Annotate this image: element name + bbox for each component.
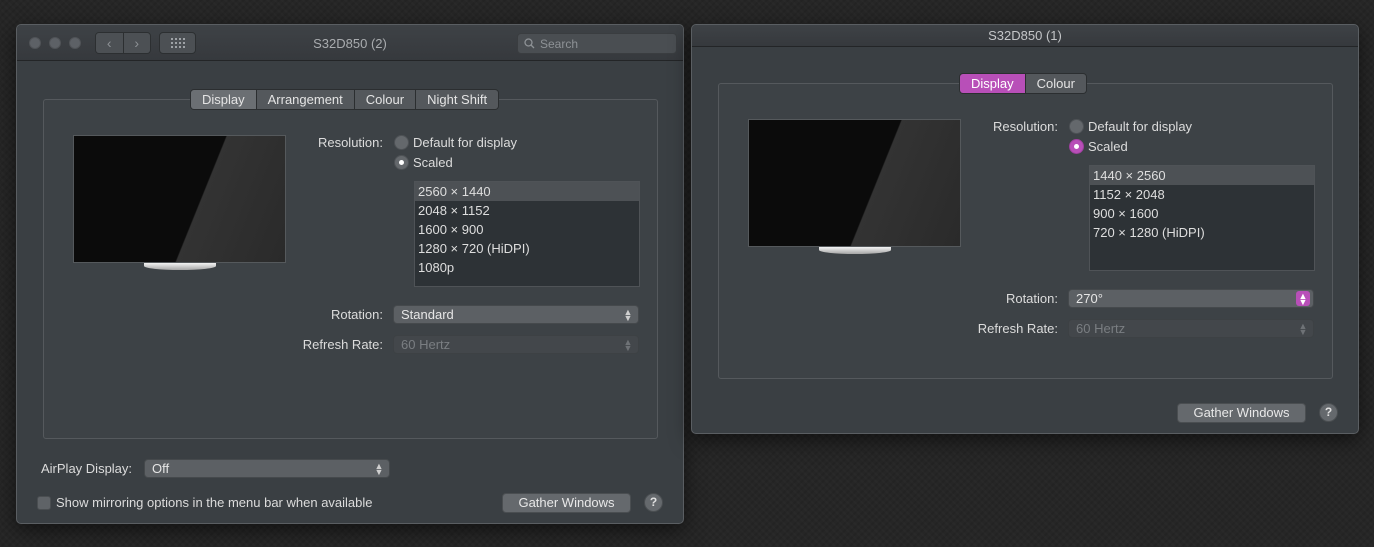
radio-button[interactable]	[1069, 139, 1084, 154]
rotation-select[interactable]: Standard ▲ ▼	[393, 305, 639, 324]
updown-arrows-icon: ▲ ▼	[623, 336, 633, 353]
radio-label: Default for display	[1088, 119, 1193, 134]
radio-button[interactable]	[394, 155, 409, 170]
select-value: 270°	[1076, 291, 1103, 306]
radio-button[interactable]	[1069, 119, 1084, 134]
list-item[interactable]: 1080p	[415, 258, 639, 277]
gather-windows-button[interactable]: Gather Windows	[502, 493, 631, 513]
list-item[interactable]: 1152 × 2048	[1090, 185, 1314, 204]
search-icon	[524, 38, 535, 49]
search-placeholder: Search	[540, 36, 579, 51]
select-value: Off	[152, 461, 170, 476]
tab-bar: Display Arrangement Colour Night Shift	[190, 89, 500, 110]
monitor-screen	[748, 119, 961, 247]
rotation-label: Rotation:	[1005, 291, 1058, 306]
updown-arrows-icon: ▲ ▼	[1298, 320, 1308, 337]
refresh-rate-select: 60 Hertz ▲ ▼	[393, 335, 639, 354]
list-item[interactable]: 900 × 1600	[1090, 204, 1314, 223]
gather-windows-button[interactable]: Gather Windows	[1177, 403, 1306, 423]
tab-colour[interactable]: Colour	[353, 90, 416, 109]
tab-night-shift[interactable]: Night Shift	[415, 90, 499, 109]
list-item[interactable]: 1440 × 2560	[1090, 166, 1314, 185]
resolution-label: Resolution:	[317, 135, 383, 150]
refresh-rate-select: 60 Hertz ▲ ▼	[1068, 319, 1314, 338]
display-prefs-window-2: ‹ › S32D850 (2) Search Display Arrangeme…	[16, 24, 684, 524]
window-title: S32D850 (1)	[988, 28, 1062, 43]
monitor-stand	[819, 246, 891, 254]
tab-display[interactable]: Display	[191, 90, 256, 109]
list-item[interactable]: 2048 × 1152	[415, 201, 639, 220]
radio-default-for-display[interactable]: Default for display	[394, 135, 517, 150]
updown-arrows-icon: ▲ ▼	[374, 460, 384, 477]
checkbox[interactable]	[37, 495, 51, 510]
display-prefs-window-1: S32D850 (1) Display Colour Resolution: D…	[691, 24, 1359, 434]
help-button[interactable]: ?	[1319, 403, 1338, 422]
radio-label: Scaled	[1088, 139, 1128, 154]
select-value: 60 Hertz	[1076, 321, 1126, 336]
titlebar: S32D850 (1)	[692, 25, 1358, 47]
search-input[interactable]: Search	[517, 33, 677, 54]
monitor-screen	[73, 135, 286, 263]
rotation-select[interactable]: 270° ▲ ▼	[1068, 289, 1314, 308]
help-button[interactable]: ?	[644, 493, 663, 512]
select-value: Standard	[401, 307, 454, 322]
radio-button[interactable]	[394, 135, 409, 150]
list-item[interactable]: 2560 × 1440	[415, 182, 639, 201]
monitor-stand	[144, 262, 216, 270]
select-value: 60 Hertz	[401, 337, 451, 352]
refresh-rate-label: Refresh Rate:	[302, 337, 383, 352]
tab-bar: Display Colour	[959, 73, 1087, 94]
mirroring-checkbox[interactable]: Show mirroring options in the menu bar w…	[37, 495, 373, 510]
resolution-list[interactable]: 1440 × 2560 1152 × 2048 900 × 1600 720 ×…	[1089, 165, 1315, 271]
airplay-select[interactable]: Off ▲ ▼	[144, 459, 390, 478]
resolution-list[interactable]: 2560 × 1440 2048 × 1152 1600 × 900 1280 …	[414, 181, 640, 287]
radio-default-for-display[interactable]: Default for display	[1069, 119, 1192, 134]
list-item[interactable]: 720 × 1280 (HiDPI)	[1090, 223, 1314, 242]
radio-label: Default for display	[413, 135, 518, 150]
tab-display[interactable]: Display	[960, 74, 1025, 93]
tab-colour[interactable]: Colour	[1024, 74, 1086, 93]
checkbox-label: Show mirroring options in the menu bar w…	[56, 495, 373, 510]
list-item[interactable]: 1280 × 720 (HiDPI)	[415, 239, 639, 258]
radio-label: Scaled	[413, 155, 453, 170]
updown-arrows-icon: ▲ ▼	[623, 306, 633, 323]
radio-scaled[interactable]: Scaled	[1069, 139, 1128, 154]
radio-scaled[interactable]: Scaled	[394, 155, 453, 170]
titlebar: ‹ › S32D850 (2) Search	[17, 25, 683, 61]
rotation-label: Rotation:	[330, 307, 383, 322]
list-item[interactable]: 1600 × 900	[415, 220, 639, 239]
airplay-label: AirPlay Display:	[41, 461, 133, 476]
updown-arrows-icon: ▲ ▼	[1296, 291, 1310, 306]
refresh-rate-label: Refresh Rate:	[977, 321, 1058, 336]
resolution-label: Resolution:	[992, 119, 1058, 134]
tab-arrangement[interactable]: Arrangement	[255, 90, 354, 109]
